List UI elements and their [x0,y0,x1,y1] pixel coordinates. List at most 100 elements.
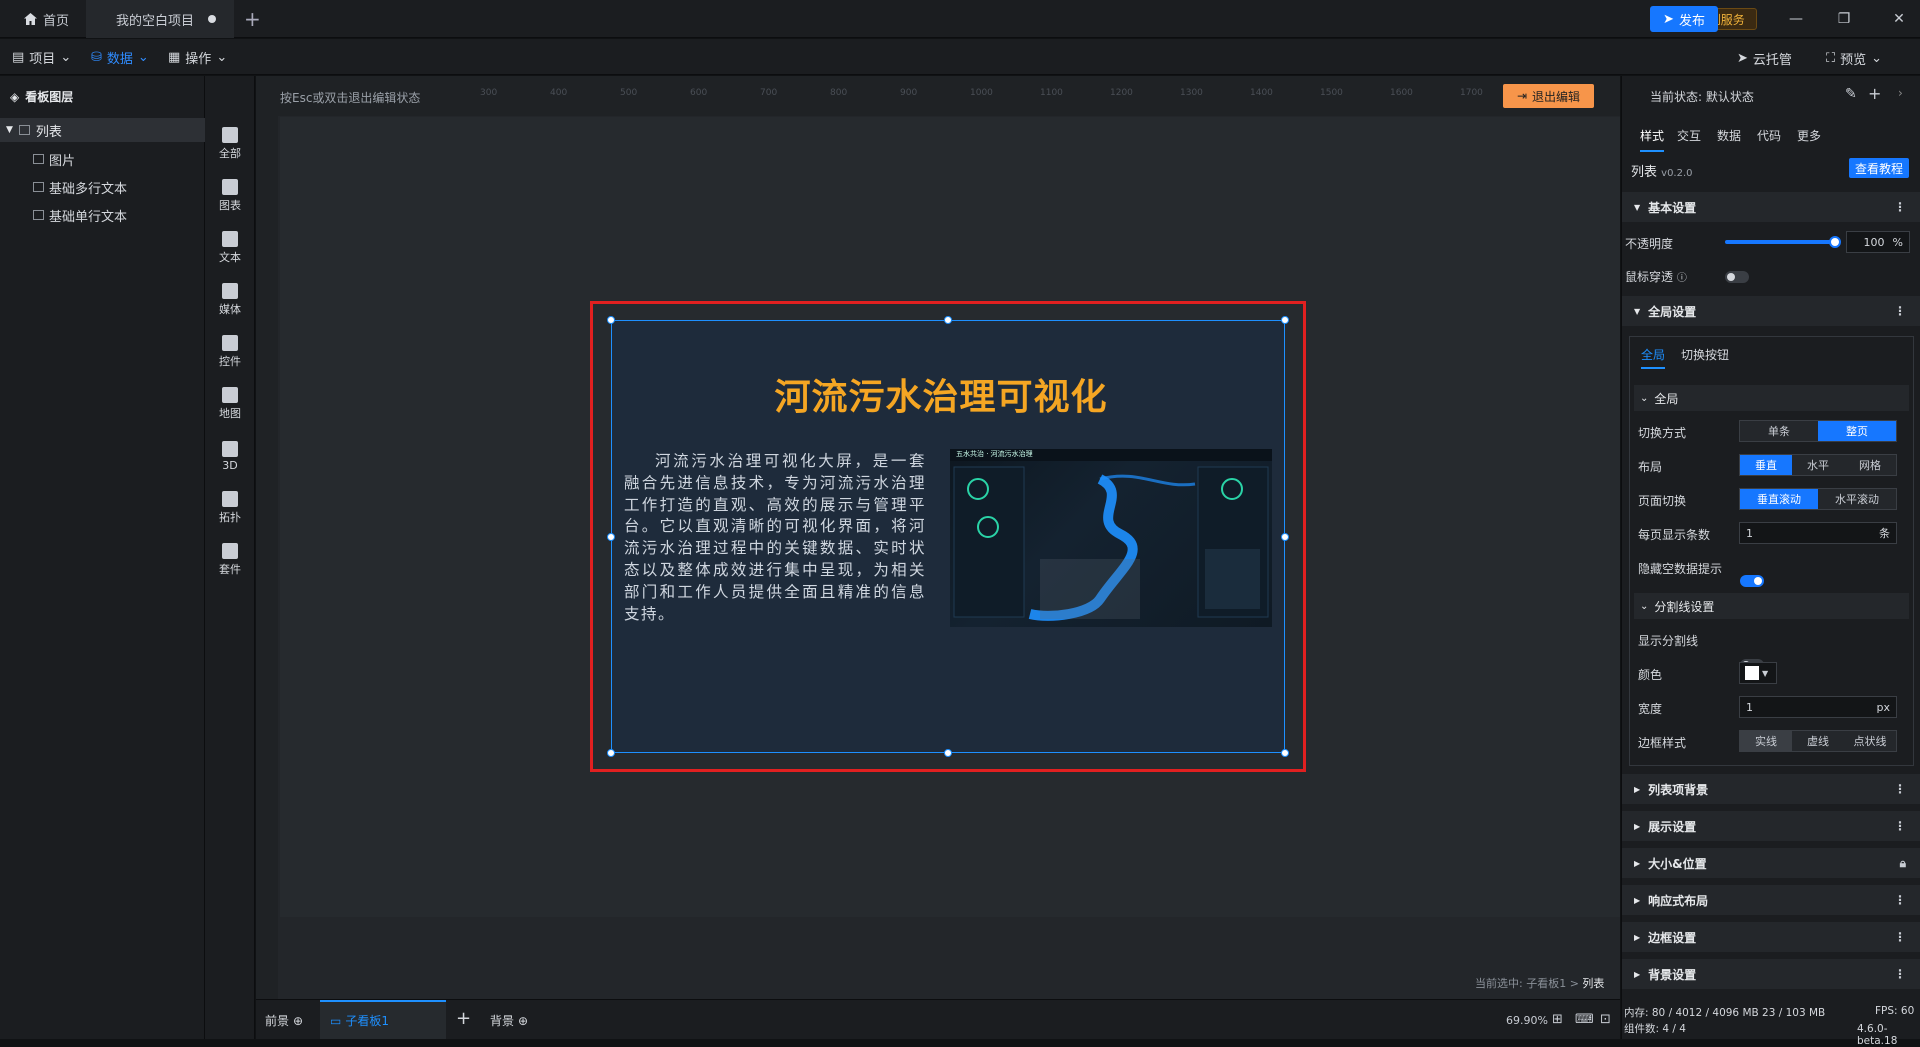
tab-home[interactable]: 首页 [0,0,86,38]
zoom-level[interactable]: 69.90% [1506,1014,1548,1027]
more-icon[interactable]: ⋮ [1894,782,1906,796]
border-style-segment[interactable]: 实线 虚线 点状线 [1739,730,1897,752]
section-responsive[interactable]: ▶ 响应式布局 ⋮ [1622,885,1920,915]
more-icon[interactable]: ⋮ [1894,819,1906,833]
resize-handle[interactable] [1281,316,1289,324]
tab-interaction[interactable]: 交互 [1677,127,1701,144]
option-horizontal[interactable]: 水平 [1792,455,1844,475]
exit-edit-button[interactable]: ⇥ 退出编辑 [1503,84,1594,108]
fit-screen-icon[interactable]: ⊞ [1552,1012,1563,1027]
menu-data[interactable]: ⛁ 数据 ⌄ [91,39,149,75]
option-grid[interactable]: 网格 [1844,455,1896,475]
add-icon[interactable]: + [1868,84,1881,103]
tutorial-button[interactable]: 查看教程 [1849,158,1909,178]
menu-operate[interactable]: ▦ 操作 ⌄ [168,39,227,75]
comp-map[interactable]: 地图 [205,380,255,428]
resize-handle[interactable] [1281,749,1289,757]
restore-icon[interactable]: ❐ [1832,8,1856,30]
option-vertical-scroll[interactable]: 垂直滚动 [1740,489,1818,509]
close-icon[interactable]: ✕ [1887,8,1911,30]
option-vertical[interactable]: 垂直 [1740,455,1792,475]
global-tab-switch-button[interactable]: 切换按钮 [1681,346,1729,363]
option-horizontal-scroll[interactable]: 水平滚动 [1818,489,1896,509]
comp-label: 文本 [219,251,241,264]
resize-handle[interactable] [607,749,615,757]
opacity-input[interactable]: 100 % [1846,231,1910,253]
resize-handle[interactable] [944,316,952,324]
edit-icon[interactable]: ✎ [1845,86,1857,102]
color-picker[interactable]: ▼ [1739,662,1777,684]
layer-item-singleline-text[interactable]: 基础单行文本 [33,203,127,227]
chevron-right-icon[interactable]: › [1898,86,1903,100]
section-basic[interactable]: ▼ 基本设置 ⋮ [1622,192,1920,222]
breadcrumb-current[interactable]: 列表 [1582,977,1604,990]
subsection-global[interactable]: ⌄ 全局 [1634,385,1909,411]
more-icon[interactable]: ⋮ [1894,930,1906,944]
tab-more[interactable]: 更多 [1797,127,1821,144]
board-icon: ▭ [330,1013,342,1028]
switch-mode-segment[interactable]: 单条 整页 [1739,420,1897,442]
width-input[interactable]: 1 px [1739,696,1897,718]
section-list-item-bg[interactable]: ▶ 列表项背景 ⋮ [1622,774,1920,804]
add-board-button[interactable]: + [456,1008,471,1029]
tab-data[interactable]: 数据 [1717,127,1741,144]
section-size-position[interactable]: ▶ 大小&位置 🔒︎ [1622,848,1920,878]
tab-project[interactable]: 我的空白项目 [86,0,234,38]
opacity-slider[interactable] [1725,240,1835,244]
comp-text[interactable]: 文本 [205,224,255,272]
resize-handle[interactable] [607,316,615,324]
terminal-icon[interactable]: ⊡ [1600,1012,1611,1027]
keyboard-icon[interactable]: ⌨ [1575,1012,1594,1027]
resize-handle[interactable] [944,749,952,757]
background-tab[interactable]: 背景 ⊕ [490,1012,528,1029]
cloud-button[interactable]: ➤ 云托管 [1737,45,1792,71]
subsection-divider[interactable]: ⌄ 分割线设置 [1634,593,1909,619]
more-icon[interactable]: ⋮ [1894,893,1906,907]
menu-project[interactable]: ▤ 项目 ⌄ [12,39,71,75]
per-page-input[interactable]: 1 条 [1739,522,1897,544]
section-border[interactable]: ▶ 边框设置 ⋮ [1622,922,1920,952]
more-icon[interactable]: ⋮ [1894,967,1906,981]
add-tab-button[interactable]: + [244,0,264,38]
layout-segment[interactable]: 垂直 水平 网格 [1739,454,1897,476]
section-global[interactable]: ▼ 全局设置 ⋮ [1622,296,1920,326]
tab-style[interactable]: 样式 [1640,127,1665,152]
option-solid[interactable]: 实线 [1740,731,1792,751]
resize-handle[interactable] [1281,533,1289,541]
option-page[interactable]: 整页 [1818,421,1896,441]
text-icon [33,182,44,192]
comp-3d[interactable]: 3D [205,432,255,480]
comp-topology[interactable]: 拓扑 [205,484,255,532]
add-circle-icon[interactable]: ⊕ [518,1014,528,1028]
layer-item-multiline-text[interactable]: 基础多行文本 [33,175,127,199]
section-display[interactable]: ▶ 展示设置 ⋮ [1622,811,1920,841]
comp-control[interactable]: 控件 [205,328,255,376]
resize-handle[interactable] [607,533,615,541]
comp-all[interactable]: 全部 [205,120,255,168]
page-switch-segment[interactable]: 垂直滚动 水平滚动 [1739,488,1897,510]
more-icon[interactable]: ⋮ [1894,200,1906,214]
opacity-slider-thumb[interactable] [1829,236,1841,248]
mouse-through-toggle[interactable] [1725,271,1749,283]
lock-icon[interactable]: 🔒︎ [1900,856,1906,871]
comp-media[interactable]: 媒体 [205,276,255,324]
foreground-tab[interactable]: 前景 ⊕ [265,1012,303,1029]
tab-code[interactable]: 代码 [1757,127,1781,144]
layer-item-list[interactable]: ▼ 列表 [0,118,205,142]
section-background[interactable]: ▶ 背景设置 ⋮ [1622,959,1920,989]
option-single[interactable]: 单条 [1740,421,1818,441]
add-circle-icon[interactable]: ⊕ [293,1014,303,1028]
option-dotted[interactable]: 点状线 [1844,731,1896,751]
minimize-icon[interactable]: — [1784,8,1808,30]
publish-button[interactable]: ➤ 发布 [1650,6,1718,32]
version-label: 4.6.0-beta.18 [1857,1023,1898,1047]
global-tab-global[interactable]: 全局 [1641,346,1666,369]
comp-chart[interactable]: 图表 [205,172,255,220]
comp-kit[interactable]: 套件 [205,536,255,584]
preview-button[interactable]: ⛶ 预览 ⌄ [1826,45,1882,71]
hide-empty-toggle[interactable] [1740,575,1764,587]
layer-item-image[interactable]: 图片 [33,147,75,171]
sub-board-tab[interactable]: ▭ 子看板1 [320,1000,446,1039]
option-dashed[interactable]: 虚线 [1792,731,1844,751]
more-icon[interactable]: ⋮ [1894,304,1906,318]
